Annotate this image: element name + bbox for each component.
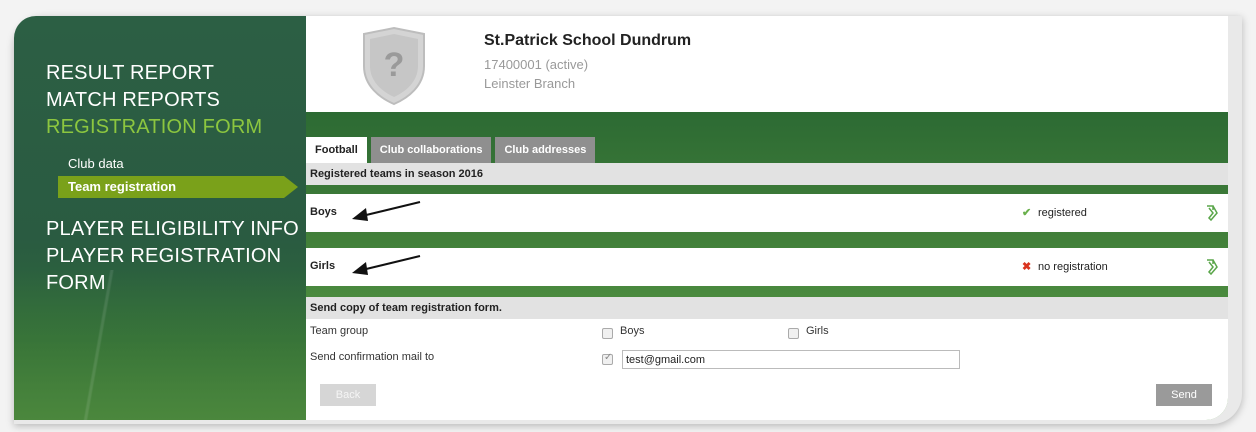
sidebar: RESULT REPORT MATCH REPORTS REGISTRATION… [14,16,306,420]
club-name: St.Patrick School Dundrum [484,32,692,49]
edit-arrow-icon[interactable] [1204,204,1220,222]
team-label: Girls [310,260,336,272]
main-area: ? St.Patrick School Dundrum 17400001 (ac… [306,16,1228,420]
status-registered: ✔ registered [1022,207,1087,219]
team-group-label: Team group [310,325,369,337]
checkbox-boys-label: Boys [620,325,645,337]
back-button[interactable]: Back [320,384,376,406]
annotation-arrow-icon [352,255,421,275]
sidebar-nav-bottom: PLAYER ELIGIBILITY INFO PLAYER REGISTRAT… [46,216,299,297]
checkbox-boys[interactable] [602,328,613,339]
sidebar-item-club-data[interactable]: Club data [58,153,288,175]
team-label: Boys [310,206,337,218]
annotation-arrow-icon [352,201,421,221]
check-icon: ✔ [1022,207,1032,219]
nav-player-eligibility-info[interactable]: PLAYER ELIGIBILITY INFO [46,216,299,243]
tab-club-collaborations[interactable]: Club collaborations [370,137,492,163]
sidebar-item-team-registration[interactable]: Team registration [58,176,298,198]
tab-club-addresses[interactable]: Club addresses [495,137,596,163]
status-no-registration: ✖ no registration [1022,261,1108,273]
app-content: RESULT REPORT MATCH REPORTS REGISTRATION… [14,16,1228,420]
sidebar-nav-top: RESULT REPORT MATCH REPORTS REGISTRATION… [46,60,262,141]
checkbox-send-mail[interactable] [602,352,613,365]
send-copy-form: Send copy of team registration form. Tea… [306,297,1228,420]
club-id-status: 17400001 (active) [484,57,589,72]
club-header: ? St.Patrick School Dundrum 17400001 (ac… [306,16,1228,112]
checkbox-girls-label: Girls [806,325,829,337]
tab-bar: Football Club collaborations Club addres… [306,137,599,163]
teams-header: Registered teams in season 2016 [306,163,1228,185]
form-header: Send copy of team registration form. [306,297,1228,319]
tab-football[interactable]: Football [306,137,367,163]
club-branch: Leinster Branch [484,76,576,91]
cross-icon: ✖ [1022,261,1032,273]
club-crest-icon: ? [363,26,425,106]
nav-registration-form[interactable]: REGISTRATION FORM [46,114,262,141]
svg-text:?: ? [384,46,405,84]
checkbox-girls[interactable] [788,328,799,339]
team-row-boys[interactable]: Boys ✔ registered [306,194,1228,232]
email-field[interactable] [622,350,960,369]
team-row-girls[interactable]: Girls ✖ no registration [306,248,1228,286]
nav-result-report[interactable]: RESULT REPORT [46,60,262,87]
mail-label: Send confirmation mail to [310,351,435,363]
nav-match-reports[interactable]: MATCH REPORTS [46,87,262,114]
nav-player-registration-form[interactable]: PLAYER REGISTRATION FORM [46,243,286,297]
edit-arrow-icon[interactable] [1204,258,1220,276]
send-button[interactable]: Send [1156,384,1212,406]
